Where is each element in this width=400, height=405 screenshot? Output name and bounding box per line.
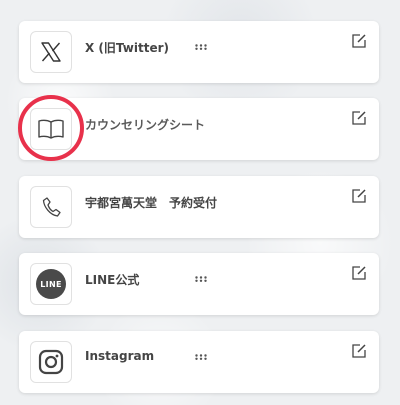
link-title-reservation: 宇都宮萬天堂 予約受付: [85, 196, 218, 210]
edit-icon[interactable]: [351, 343, 367, 359]
drag-handle-icon[interactable]: [195, 276, 207, 282]
link-card-x[interactable]: X (旧Twitter): [19, 21, 379, 83]
highlight-circle: [18, 95, 84, 161]
line-logo-icon: LINE: [30, 263, 72, 305]
edit-icon[interactable]: [351, 188, 367, 204]
line-badge: LINE: [36, 269, 66, 299]
link-card-reservation[interactable]: 宇都宮萬天堂 予約受付: [19, 176, 379, 238]
link-title-x: X (旧Twitter): [85, 41, 169, 55]
link-title-counseling-sheet: カウンセリングシート: [85, 118, 206, 132]
drag-handle-icon[interactable]: [195, 44, 207, 50]
phone-icon: [30, 186, 72, 228]
link-title-instagram: Instagram: [85, 349, 155, 363]
drag-handle-icon[interactable]: [195, 354, 207, 360]
instagram-icon: [30, 341, 72, 383]
edit-icon[interactable]: [351, 110, 367, 126]
x-logo-icon: [30, 31, 72, 73]
link-card-instagram[interactable]: Instagram: [19, 331, 379, 393]
link-title-line: LINE公式: [85, 273, 140, 287]
edit-icon[interactable]: [351, 265, 367, 281]
link-card-line[interactable]: LINE LINE公式: [19, 253, 379, 315]
edit-icon[interactable]: [351, 33, 367, 49]
